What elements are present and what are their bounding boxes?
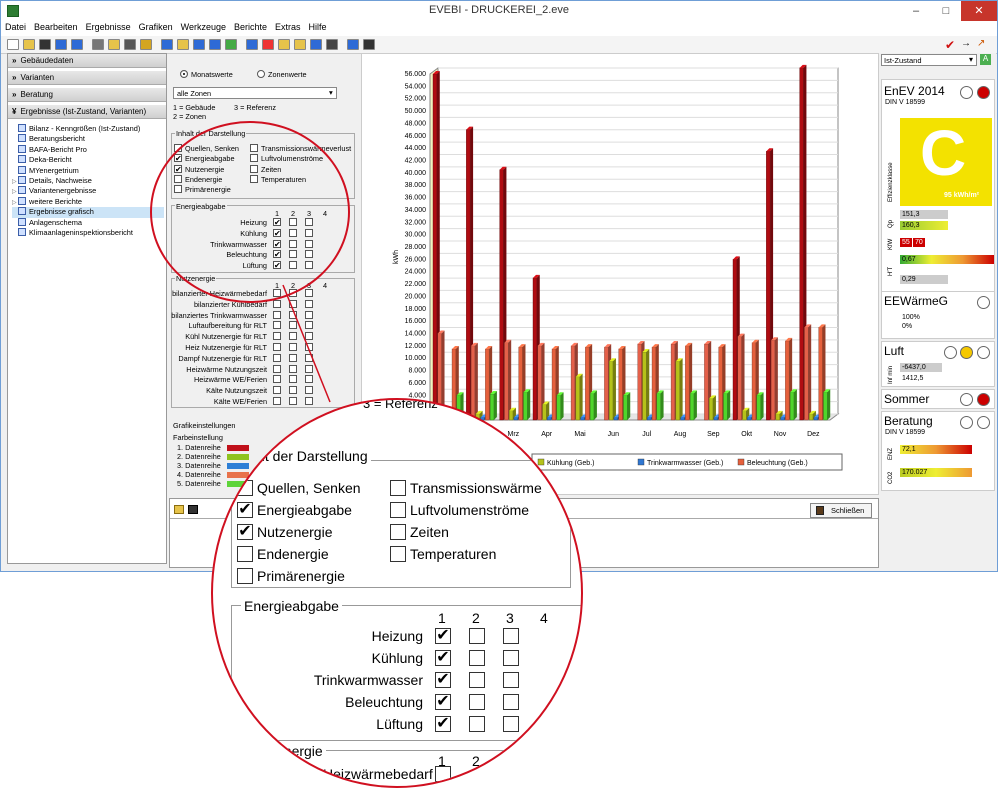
zoom-checkbox-2[interactable]: ✔ (237, 524, 253, 540)
zoom-checkbox-4[interactable] (237, 568, 253, 584)
zoom-right-checkbox-0[interactable] (390, 480, 406, 496)
zoom-energy-checkbox-0-1[interactable] (469, 628, 485, 644)
magnified-inset: 3 = Referenz alt der Darstellung Quellen, … (211, 398, 583, 788)
zoom-right-checkbox-label-2: Zeiten (410, 524, 449, 540)
zoom-energy-checkbox-0-0[interactable]: ✔ (435, 628, 451, 644)
zoom-energy-checkbox-2-0[interactable]: ✔ (435, 672, 451, 688)
zoom-right-checkbox-label-1: Luftvolumenströme (410, 502, 530, 518)
zoom-energy-title: Energieabgabe (241, 598, 342, 614)
zoom-energy-checkbox-4-1[interactable] (469, 716, 485, 732)
zoom-checkbox-3[interactable] (237, 546, 253, 562)
zoom-right-checkbox-label-3: Temperaturen (410, 546, 497, 562)
zoom-energy-checkbox-0-2[interactable] (503, 628, 519, 644)
zoom-legend-fragment: 3 = Referenz (363, 398, 438, 411)
zoom-col-head: 3 (506, 610, 514, 626)
zoom-nutz-row-label: Heizwärmebedarf (323, 766, 433, 782)
zoom-energy-checkbox-4-0[interactable]: ✔ (435, 716, 451, 732)
zoom-checkbox-label-1: Energieabgabe (257, 502, 352, 518)
zoom-row-label: Trinkwarmwasser (313, 672, 423, 688)
zoom-checkbox-0[interactable] (237, 480, 253, 496)
zoom-row-label: Kühlung (371, 650, 423, 666)
zoom-checkbox-label-3: Endenergie (257, 546, 329, 562)
zoom-row-label: Heizung (371, 628, 423, 644)
zoom-right-checkbox-2[interactable] (390, 524, 406, 540)
zoom-energy-checkbox-1-0[interactable]: ✔ (435, 650, 451, 666)
zoom-checkbox-label-2: Nutzenergie (257, 524, 333, 540)
zoom-right-checkbox-label-0: Transmissionswärme (410, 480, 542, 496)
zoom-energy-checkbox-3-1[interactable] (469, 694, 485, 710)
zoom-nutz-checkbox[interactable] (435, 766, 451, 782)
zoom-energy-checkbox-3-0[interactable]: ✔ (435, 694, 451, 710)
zoom-energy-checkbox-1-1[interactable] (469, 650, 485, 666)
zoom-col-head: 1 (438, 610, 446, 626)
zoom-checkbox-label-0: Quellen, Senken (257, 480, 361, 496)
zoom-energy-checkbox-1-2[interactable] (503, 650, 519, 666)
zoom-energy-checkbox-2-1[interactable] (469, 672, 485, 688)
zoom-energy-checkbox-3-2[interactable] (503, 694, 519, 710)
zoom-checkbox-1[interactable]: ✔ (237, 502, 253, 518)
zoom-energy-checkbox-4-2[interactable] (503, 716, 519, 732)
zoom-right-checkbox-1[interactable] (390, 502, 406, 518)
zoom-col-head: 2 (472, 610, 480, 626)
zoom-col-head: 4 (540, 610, 548, 626)
zoom-right-checkbox-3[interactable] (390, 546, 406, 562)
zoom-content-title: alt der Darstellung (251, 448, 371, 464)
zoom-row-label: Beleuchtung (345, 694, 423, 710)
zoom-nutz-col-head: 2 (472, 753, 480, 769)
zoom-checkbox-label-4: Primärenergie (257, 568, 345, 584)
zoom-energy-checkbox-2-2[interactable] (503, 672, 519, 688)
zoom-nutz-title: energie (273, 743, 326, 759)
zoom-row-label: Lüftung (376, 716, 423, 732)
